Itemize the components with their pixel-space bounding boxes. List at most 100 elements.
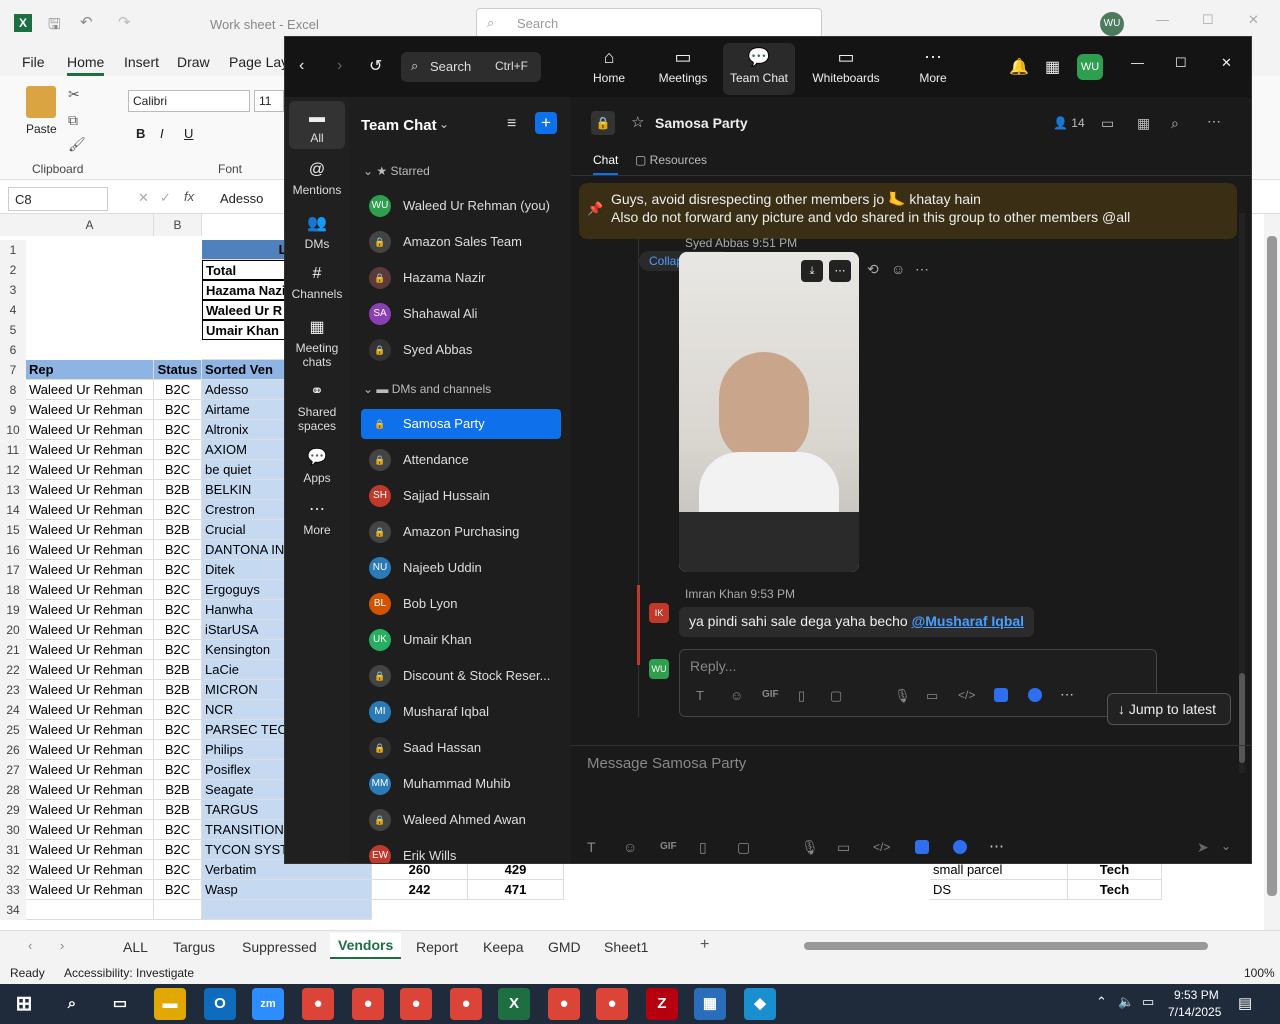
- row-header[interactable]: 19: [0, 600, 26, 620]
- grid-cell[interactable]: B2B: [154, 480, 202, 500]
- grid-cell[interactable]: B2B: [154, 680, 202, 700]
- grid-cell[interactable]: B2C: [154, 760, 202, 780]
- row-header[interactable]: 6: [0, 340, 26, 360]
- grid-cell[interactable]: B2C: [154, 420, 202, 440]
- zoom-app-icon[interactable]: zm: [252, 988, 284, 1020]
- underline-button[interactable]: U: [184, 126, 193, 141]
- grid-cell[interactable]: Waleed Ur Rehman: [26, 620, 154, 640]
- chrome-profile-5-icon[interactable]: ●: [548, 988, 580, 1020]
- starred-item[interactable]: 🔒 Amazon Sales Team: [361, 227, 561, 257]
- forward-arrow-icon[interactable]: ›: [337, 57, 342, 75]
- row-header[interactable]: 7: [0, 360, 26, 380]
- maximize-icon[interactable]: ☐: [1202, 12, 1214, 28]
- chrome-profile-2-icon[interactable]: ●: [352, 988, 384, 1020]
- msg2-bubble[interactable]: ya pindi sahi sale dega yaha becho @Mush…: [679, 607, 1035, 637]
- rail-dms[interactable]: 👥 DMs: [289, 213, 345, 251]
- grid-cell[interactable]: Waleed Ur Rehman: [26, 420, 154, 440]
- select-all-corner[interactable]: [0, 214, 26, 236]
- chrome-profile-4-icon[interactable]: ●: [450, 988, 482, 1020]
- row-header[interactable]: 17: [0, 560, 26, 580]
- copy-icon[interactable]: ⧉: [68, 112, 78, 129]
- row-header[interactable]: 12: [0, 460, 26, 480]
- photo-more-icon[interactable]: ⋯: [829, 260, 851, 282]
- emoji-icon[interactable]: ☺: [623, 839, 637, 855]
- app-icon[interactable]: [915, 840, 929, 854]
- search-icon[interactable]: ⌕: [1171, 115, 1179, 132]
- back-arrow-icon[interactable]: ‹: [299, 57, 304, 75]
- excel-taskbar-icon[interactable]: X: [498, 988, 530, 1020]
- grid-cell[interactable]: B2C: [154, 460, 202, 480]
- rail-shared-spaces[interactable]: ⚭ Shared spaces: [289, 381, 345, 433]
- horizontal-scroll-thumb[interactable]: [804, 942, 1208, 950]
- sheet-tab-keepa[interactable]: Keepa: [483, 939, 523, 955]
- row-header[interactable]: 8: [0, 380, 26, 400]
- taskbar-date[interactable]: 7/14/2025: [1168, 1005, 1221, 1019]
- grid-cell[interactable]: [154, 900, 202, 920]
- nav-more[interactable]: ⋯ More: [913, 47, 953, 85]
- row-header[interactable]: 2: [0, 260, 26, 280]
- dm-channel-item[interactable]: 🔒 Waleed Ahmed Awan: [361, 805, 561, 835]
- reply-thread-icon[interactable]: ⟲: [867, 261, 879, 278]
- pinned-message-banner[interactable]: 📌 Guys, avoid disrespecting other member…: [579, 183, 1237, 239]
- gif-icon[interactable]: GIF: [660, 841, 677, 852]
- row-header[interactable]: 32: [0, 860, 26, 880]
- rail-meeting-chats[interactable]: ▦ Meeting chats: [289, 317, 345, 369]
- chat-scrollbar[interactable]: [1239, 213, 1245, 773]
- grid-cell[interactable]: B2C: [154, 720, 202, 740]
- grid-cell[interactable]: Waleed Ur Rehman: [26, 720, 154, 740]
- grid-cell[interactable]: B2C: [154, 840, 202, 860]
- grid-cell[interactable]: Waleed Ur Rehman: [26, 480, 154, 500]
- grid-cell[interactable]: Waleed Ur Rehman: [26, 700, 154, 720]
- grid-cell[interactable]: B2C: [154, 440, 202, 460]
- sheet-tab-targus[interactable]: Targus: [173, 939, 215, 955]
- message-more-icon[interactable]: ⋯: [915, 261, 929, 278]
- row-header[interactable]: 10: [0, 420, 26, 440]
- grid-cell[interactable]: Waleed Ur Rehman: [26, 600, 154, 620]
- dm-channel-item[interactable]: BL Bob Lyon: [361, 589, 561, 619]
- row-header[interactable]: 15: [0, 520, 26, 540]
- grid-cell[interactable]: Wasp: [202, 880, 372, 900]
- taskbar-time[interactable]: 9:53 PM: [1174, 988, 1219, 1002]
- zoom-level[interactable]: 100%: [1244, 966, 1275, 980]
- grid-cell[interactable]: B2C: [154, 860, 202, 880]
- message-input[interactable]: Message Samosa Party: [587, 755, 746, 772]
- save-icon[interactable]: 🖫: [48, 14, 61, 39]
- chat-scroll-thumb[interactable]: [1239, 673, 1245, 763]
- grid-cell[interactable]: B2C: [154, 880, 202, 900]
- menu-file[interactable]: File: [22, 54, 45, 70]
- row-header[interactable]: 26: [0, 740, 26, 760]
- grid-cell[interactable]: Waleed Ur Rehman: [26, 560, 154, 580]
- grid-cell[interactable]: Waleed Ur Rehman: [26, 660, 154, 680]
- grid-cell[interactable]: DS: [930, 880, 1068, 900]
- bell-icon[interactable]: 🔔: [1009, 57, 1029, 77]
- download-icon[interactable]: ⤓: [801, 260, 823, 282]
- grid-cell[interactable]: B2C: [154, 640, 202, 660]
- dms-section-header[interactable]: ⌄ ▬ DMs and channels: [363, 382, 491, 396]
- more-dots-icon[interactable]: ⋯: [1207, 113, 1221, 130]
- sheet-tab-all[interactable]: ALL: [123, 939, 148, 955]
- emoji-icon[interactable]: ☺: [730, 688, 743, 703]
- grid-cell[interactable]: 242: [372, 880, 468, 900]
- microphone-icon[interactable]: 🎙: [894, 688, 911, 704]
- rail-apps[interactable]: 💬 Apps: [289, 447, 345, 485]
- screenshot-icon[interactable]: ▢: [737, 839, 750, 856]
- dm-channel-item[interactable]: 🔒 Attendance: [361, 445, 561, 475]
- grid-cell[interactable]: B2C: [154, 740, 202, 760]
- row-header[interactable]: 21: [0, 640, 26, 660]
- tray-chevron-icon[interactable]: ⌃: [1096, 994, 1107, 1010]
- rail-all[interactable]: ▬ All: [289, 101, 345, 149]
- add-sheet-icon[interactable]: +: [700, 936, 709, 954]
- calculator-icon[interactable]: ▦: [694, 988, 726, 1020]
- menu-draw[interactable]: Draw: [177, 54, 210, 70]
- grid-cell[interactable]: Waleed Ur Rehman: [26, 540, 154, 560]
- grid-cell[interactable]: B2B: [154, 800, 202, 820]
- formula-input[interactable]: Adesso: [220, 191, 263, 206]
- grid-cell[interactable]: Waleed Ur Rehman: [26, 760, 154, 780]
- grid-cell[interactable]: 471: [468, 880, 564, 900]
- outlook-icon[interactable]: O: [204, 988, 236, 1020]
- header-cell[interactable]: Rep: [26, 360, 154, 380]
- channel-title[interactable]: Samosa Party: [655, 115, 748, 131]
- row-header[interactable]: 16: [0, 540, 26, 560]
- dm-channel-item[interactable]: MI Musharaf Iqbal: [361, 697, 561, 727]
- grid-cell[interactable]: Waleed Ur Rehman: [26, 640, 154, 660]
